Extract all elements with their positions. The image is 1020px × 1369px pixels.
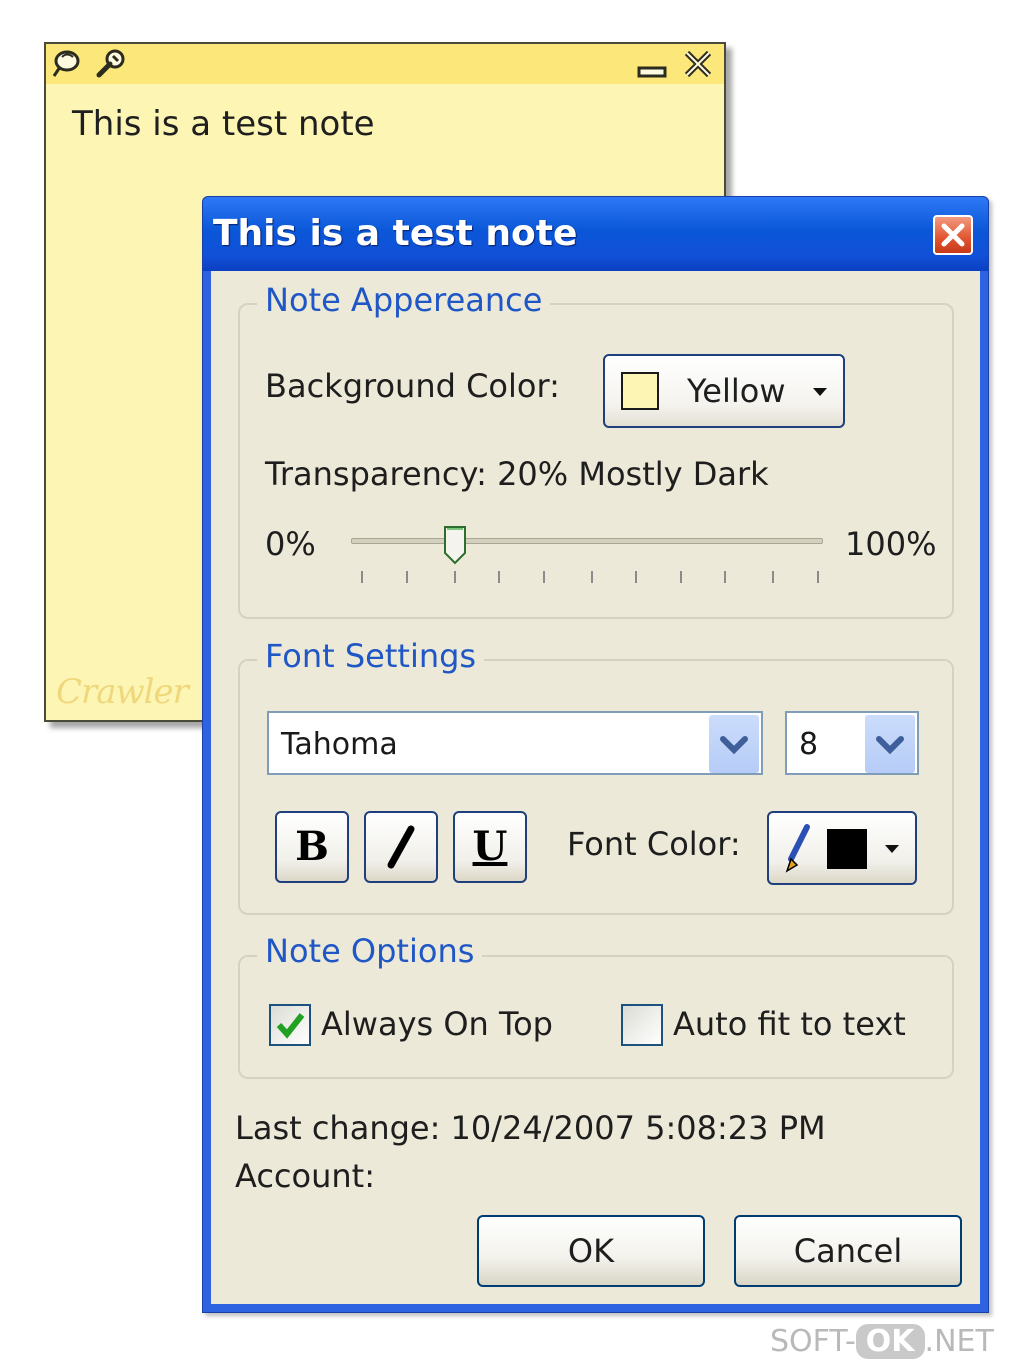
always-on-top-label[interactable]: Always On Top xyxy=(321,1005,553,1043)
account-label: Account: xyxy=(235,1157,375,1195)
dialog-client-area: Note Appereance Background Color: Yellow… xyxy=(211,271,980,1304)
wrench-icon[interactable] xyxy=(94,48,126,80)
slider-max-label: 100% xyxy=(845,525,937,563)
font-family-value: Tahoma xyxy=(281,727,398,762)
dialog-close-button[interactable] xyxy=(933,215,973,255)
dialog-title-bar[interactable]: This is a test note xyxy=(203,197,988,271)
slider-tick xyxy=(454,571,456,583)
slider-tick xyxy=(680,571,682,583)
brush-icon xyxy=(785,824,810,873)
background-color-value: Yellow xyxy=(687,372,786,410)
bold-button[interactable]: B xyxy=(275,811,349,883)
italic-icon xyxy=(387,825,415,869)
always-on-top-checkbox[interactable] xyxy=(269,1004,311,1046)
slider-tick xyxy=(543,571,545,583)
slider-tick xyxy=(724,571,726,583)
font-family-combo[interactable]: Tahoma xyxy=(267,711,763,775)
checkmark-icon xyxy=(276,1013,305,1039)
note-properties-dialog: This is a test note Note Appereance Back… xyxy=(202,196,989,1313)
transparency-slider-track[interactable] xyxy=(351,538,823,544)
dropdown-arrow-icon xyxy=(813,388,827,396)
slider-tick xyxy=(498,571,500,583)
transparency-slider-thumb[interactable] xyxy=(443,525,467,565)
minimize-icon[interactable] xyxy=(636,48,668,80)
font-size-combo[interactable]: 8 xyxy=(785,711,919,775)
underline-button[interactable]: U xyxy=(453,811,527,883)
last-change-text: Last change: 10/24/2007 5:08:23 PM xyxy=(235,1109,826,1147)
appearance-legend: Note Appereance xyxy=(257,281,551,319)
auto-fit-checkbox[interactable] xyxy=(621,1004,663,1046)
watermark-ok: OK xyxy=(855,1324,925,1359)
chevron-down-icon xyxy=(876,736,904,755)
background-color-label: Background Color: xyxy=(265,367,560,405)
font-size-dropdown-button[interactable] xyxy=(865,715,915,773)
options-legend: Note Options xyxy=(257,932,483,970)
slider-tick xyxy=(772,571,774,583)
site-watermark: SOFT- OK .NET xyxy=(770,1324,994,1359)
close-icon[interactable] xyxy=(682,48,714,80)
transparency-label: Transparency: 20% Mostly Dark xyxy=(265,455,769,493)
dropdown-arrow-icon xyxy=(885,845,899,853)
chevron-down-icon xyxy=(720,736,748,755)
close-icon xyxy=(941,223,965,247)
slider-tick xyxy=(817,571,819,583)
cancel-button[interactable]: Cancel xyxy=(734,1215,962,1287)
ok-button[interactable]: OK xyxy=(477,1215,705,1287)
watermark-suffix: .NET xyxy=(924,1324,994,1359)
slider-tick xyxy=(361,571,363,583)
watermark-prefix: SOFT- xyxy=(770,1324,856,1359)
slider-min-label: 0% xyxy=(265,525,316,563)
slider-tick xyxy=(591,571,593,583)
slider-tick xyxy=(406,571,408,583)
auto-fit-label[interactable]: Auto fit to text xyxy=(673,1005,906,1043)
font-color-button[interactable] xyxy=(767,811,917,885)
font-family-dropdown-button[interactable] xyxy=(709,715,759,773)
font-legend: Font Settings xyxy=(257,637,485,675)
crawler-logo: Crawler xyxy=(56,672,189,712)
background-color-dropdown[interactable]: Yellow xyxy=(603,354,845,428)
color-swatch xyxy=(621,372,659,410)
note-title-bar[interactable] xyxy=(46,44,724,84)
pin-icon[interactable] xyxy=(50,48,82,80)
font-color-label: Font Color: xyxy=(567,825,741,863)
font-size-value: 8 xyxy=(799,727,819,762)
italic-button[interactable] xyxy=(364,811,438,883)
note-content[interactable]: This is a test note xyxy=(72,104,375,144)
slider-tick xyxy=(635,571,637,583)
dialog-title: This is a test note xyxy=(213,213,578,254)
font-color-swatch xyxy=(827,829,867,869)
